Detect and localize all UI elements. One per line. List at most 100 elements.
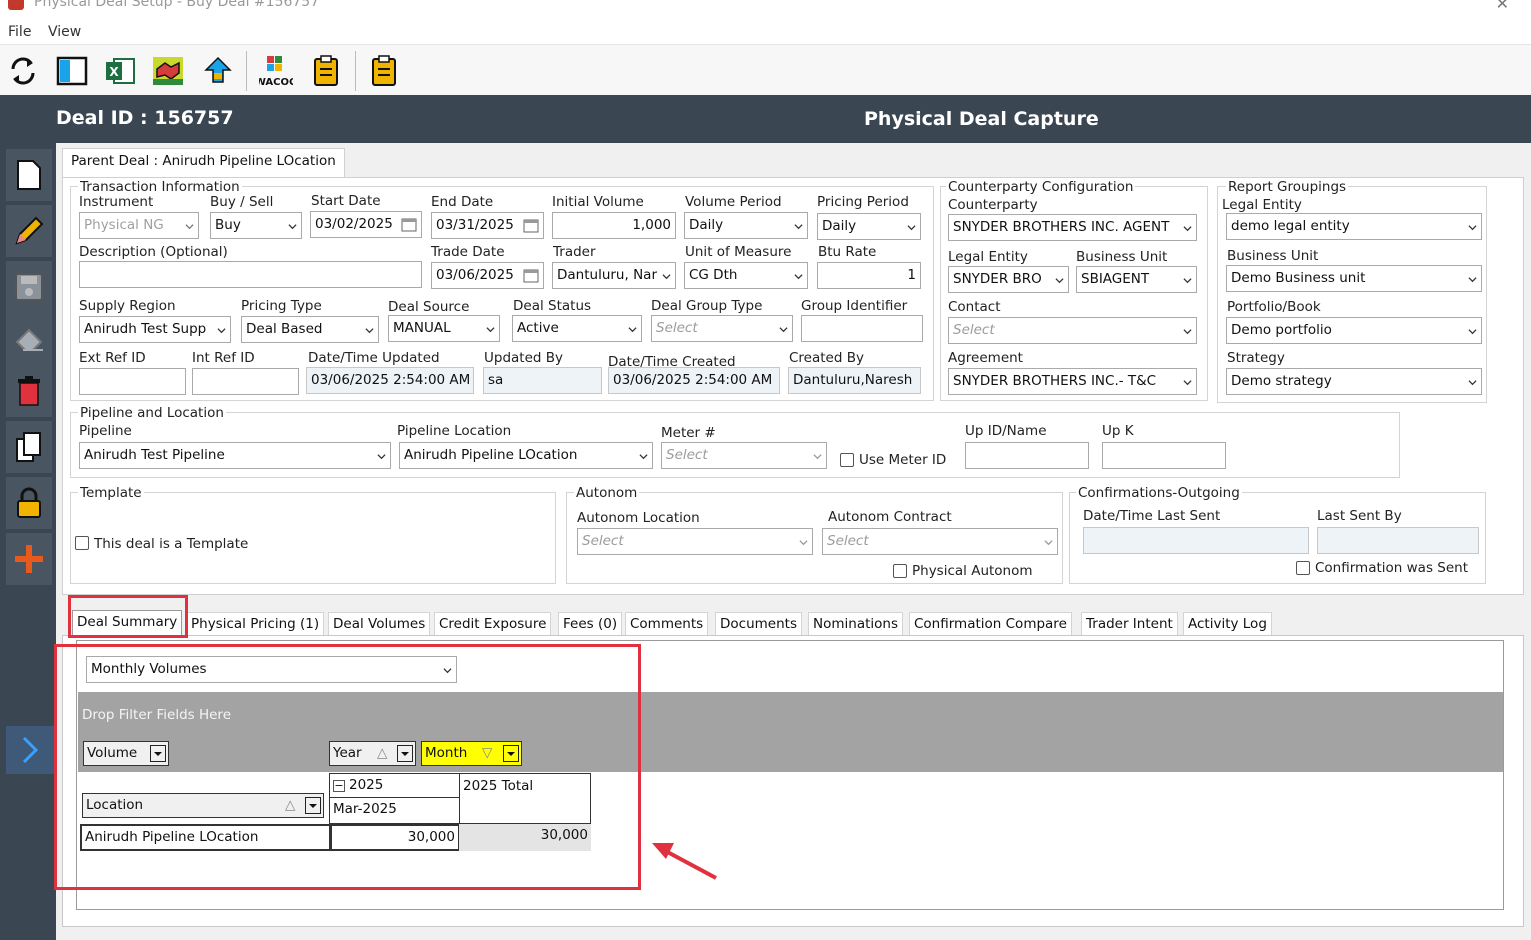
cp-legal-entity-select[interactable]: SNYDER BRO <box>948 266 1069 293</box>
cp-legal-entity-label: Legal Entity <box>948 249 1028 265</box>
layout-icon[interactable] <box>55 54 89 88</box>
uom-select[interactable]: CG Dth <box>684 262 808 289</box>
template-checkbox[interactable] <box>75 536 89 550</box>
excel-icon[interactable]: X <box>103 54 137 88</box>
tab-documents[interactable]: Documents <box>715 612 802 636</box>
template-title: Template <box>78 485 144 501</box>
tab-fees[interactable]: Fees (0) <box>558 612 623 636</box>
toolbar: X WACOG <box>0 44 1531 95</box>
deal-group-type-select[interactable]: Select <box>651 315 793 342</box>
calendar-icon[interactable] <box>523 218 539 233</box>
autonom-location-select[interactable]: Select <box>577 528 813 555</box>
add-icon[interactable] <box>6 533 52 585</box>
tab-deal-volumes[interactable]: Deal Volumes <box>328 612 431 636</box>
cp-business-unit-label: Business Unit <box>1076 249 1168 265</box>
supply-region-select[interactable]: Anirudh Test Supp <box>79 316 231 343</box>
tab-credit-exposure[interactable]: Credit Exposure <box>434 612 552 636</box>
counterparty-label: Counterparty <box>948 197 1038 213</box>
btu-rate-field[interactable]: 1 <box>817 262 921 289</box>
eraser-icon[interactable] <box>6 313 52 365</box>
tab-parent-deal[interactable]: Parent Deal : Anirudh Pipeline LOcation <box>62 148 345 178</box>
buy-sell-select[interactable]: Buy <box>210 212 302 239</box>
pipeline-location-select[interactable]: Anirudh Pipeline LOcation <box>399 442 653 469</box>
autonom-contract-select[interactable]: Select <box>822 528 1058 555</box>
report-groupings-title: Report Groupings <box>1226 179 1349 195</box>
tab-physical-pricing[interactable]: Physical Pricing (1) <box>186 612 325 636</box>
confirmation-sent-checkbox[interactable] <box>1296 561 1310 575</box>
rg-business-unit-select[interactable]: Demo Business unit <box>1226 265 1482 292</box>
updated-by-field: sa <box>483 367 602 394</box>
delete-icon[interactable] <box>6 365 52 417</box>
tab-nominations[interactable]: Nominations <box>808 612 903 636</box>
pipeline-location-label: Pipeline Location <box>397 423 512 439</box>
physical-autonom-checkbox[interactable] <box>893 564 907 578</box>
pricing-type-label: Pricing Type <box>241 298 322 314</box>
clipboard-icon[interactable] <box>309 54 343 88</box>
deal-status-select[interactable]: Active <box>512 315 642 342</box>
tab-comments[interactable]: Comments <box>625 612 709 636</box>
header-band: Deal ID : 156757 Physical Deal Capture <box>0 95 1531 143</box>
svg-text:X: X <box>109 65 119 79</box>
clipboard-icon[interactable] <box>367 54 401 88</box>
volume-period-label: Volume Period <box>685 194 782 210</box>
use-meter-checkbox[interactable] <box>840 453 854 467</box>
ext-ref-field[interactable] <box>79 368 186 395</box>
upload-icon[interactable] <box>201 54 235 88</box>
contact-select[interactable]: Select <box>948 317 1197 344</box>
tab-confirmation-compare[interactable]: Confirmation Compare <box>909 612 1072 636</box>
tab-trader-intent[interactable]: Trader Intent <box>1081 612 1178 636</box>
autonom-title: Autonom <box>574 485 640 501</box>
pipeline-title: Pipeline and Location <box>78 405 226 421</box>
pricing-type-select[interactable]: Deal Based <box>241 316 379 343</box>
group-identifier-label: Group Identifier <box>801 298 908 314</box>
contact-label: Contact <box>948 299 1001 315</box>
end-date-field[interactable]: 03/31/2025 <box>431 212 544 239</box>
copy-icon[interactable] <box>6 421 52 473</box>
menu-view[interactable]: View <box>48 24 81 40</box>
pricing-period-label: Pricing Period <box>817 194 909 210</box>
close-icon[interactable]: ✕ <box>1496 0 1509 13</box>
rg-legal-entity-select[interactable]: demo legal entity <box>1226 213 1482 240</box>
menu-file[interactable]: File <box>8 24 31 40</box>
pipeline-select[interactable]: Anirudh Test Pipeline <box>79 442 391 469</box>
instrument-select[interactable]: Physical NG <box>79 212 199 239</box>
edit-pencil-icon[interactable] <box>6 205 52 257</box>
lock-icon[interactable] <box>6 477 52 529</box>
calendar-icon[interactable] <box>523 268 539 283</box>
group-identifier-field[interactable] <box>801 315 923 342</box>
meter-select[interactable]: Select <box>661 442 827 469</box>
wacog-label: WACOG <box>259 77 293 88</box>
up-k-field[interactable] <box>1102 442 1226 469</box>
deal-source-select[interactable]: MANUAL <box>388 315 500 342</box>
toolbar-separator <box>355 51 356 91</box>
int-ref-field[interactable] <box>192 368 299 395</box>
description-field[interactable] <box>79 261 422 288</box>
cp-business-unit-select[interactable]: SBIAGENT <box>1076 266 1197 293</box>
tab-activity-log[interactable]: Activity Log <box>1183 612 1272 636</box>
handshake-icon[interactable] <box>151 54 185 88</box>
trade-date-field[interactable]: 03/06/2025 <box>431 262 544 289</box>
window-title: Physical Deal Setup - Buy Deal #156757 <box>34 0 320 10</box>
new-document-icon[interactable] <box>6 149 52 201</box>
refresh-icon[interactable] <box>6 54 40 88</box>
save-icon[interactable] <box>6 261 52 313</box>
initial-volume-field[interactable]: 1,000 <box>552 212 676 239</box>
last-sent-field <box>1083 527 1309 554</box>
highlight-box <box>68 595 188 638</box>
volume-period-select[interactable]: Daily <box>684 212 808 239</box>
start-date-field[interactable]: 03/02/2025 <box>310 211 422 238</box>
counterparty-select[interactable]: SNYDER BROTHERS INC. AGENT <box>948 214 1197 241</box>
page-title: Physical Deal Capture <box>864 108 1099 130</box>
calendar-icon[interactable] <box>401 217 417 232</box>
portfolio-select[interactable]: Demo portfolio <box>1226 317 1482 344</box>
pricing-period-select[interactable]: Daily <box>817 213 921 240</box>
wacog-icon[interactable]: WACOG <box>259 54 293 88</box>
counterparty-title: Counterparty Configuration <box>946 179 1136 195</box>
up-id-field[interactable] <box>965 442 1089 469</box>
expand-chevron-icon[interactable] <box>6 726 54 774</box>
trader-select[interactable]: Dantuluru, Nar <box>552 262 676 289</box>
strategy-select[interactable]: Demo strategy <box>1226 368 1482 395</box>
trader-label: Trader <box>553 244 596 260</box>
annotation-arrow-icon <box>652 843 717 880</box>
agreement-select[interactable]: SNYDER BROTHERS INC.- T&C <box>948 368 1197 395</box>
